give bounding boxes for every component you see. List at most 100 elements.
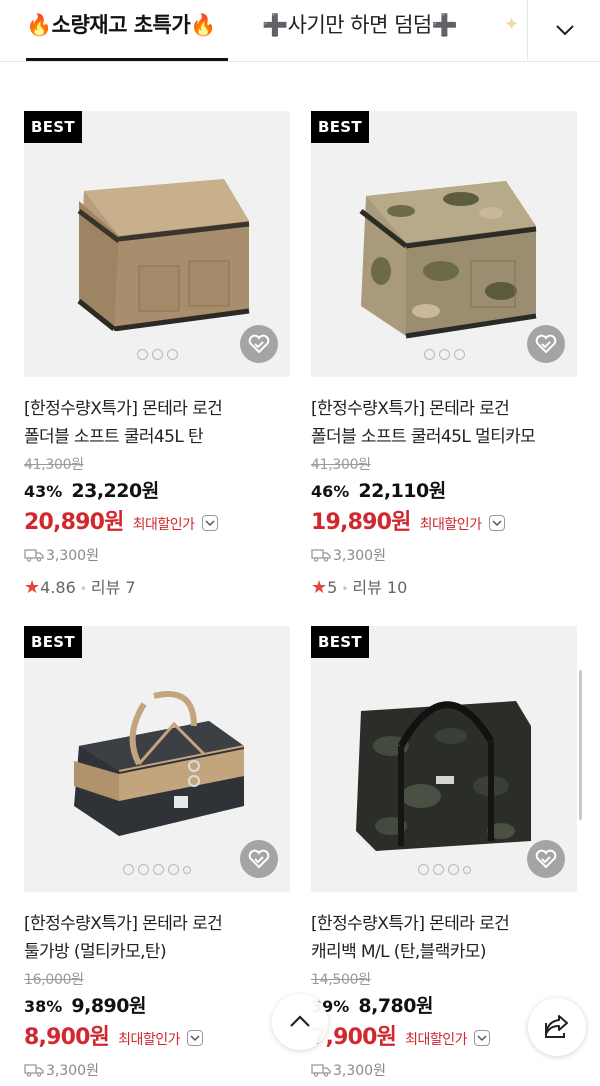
product-image[interactable]: BEST [24, 111, 290, 377]
tool-bag-image [74, 691, 245, 836]
discount-price: 22,110원 [358, 480, 446, 502]
final-price-row: 19,890원 최대할인가 [311, 508, 577, 538]
chevron-down-icon [492, 519, 502, 526]
wishlist-button[interactable] [240, 325, 278, 363]
scroll-to-top-button[interactable] [272, 994, 328, 1050]
discount-row: 38% 9,890원 [24, 993, 290, 1019]
product-card[interactable]: BEST [한정수량X특가] 몬테라 로건 폴더블 소프트 쿨러45L 탄 41… [24, 111, 290, 600]
discount-price: 23,220원 [71, 480, 159, 502]
truck-icon [311, 549, 331, 562]
final-price: 20,890원 [24, 510, 124, 535]
product-title-line1: [한정수량X특가] 몬테라 로건 [311, 914, 510, 934]
pagination-dot [183, 865, 191, 874]
rating-value: 5 [327, 578, 338, 597]
review-count[interactable]: 리뷰 10 [352, 578, 407, 597]
product-card[interactable]: BEST [한정수량X특가] 몬테라 로건 툴가방 (멀티카모,탄) 16,00… [24, 626, 290, 1083]
category-tab-bar: 🔥소량재고 초특가🔥 ➕사기만 하면 덤덤➕ ✦ [0, 0, 600, 62]
pagination-dot [136, 349, 148, 360]
product-title-line1: [한정수량X특가] 몬테라 로건 [24, 399, 223, 419]
original-price: 14,500원 [311, 972, 371, 988]
product-title[interactable]: [한정수량X특가] 몬테라 로건 툴가방 (멀티카모,탄) [24, 910, 290, 966]
rating-row: ★5 • 리뷰 10 [311, 576, 577, 600]
best-badge: BEST [24, 626, 82, 658]
share-button[interactable] [528, 998, 586, 1056]
product-title-line1: [한정수량X특가] 몬테라 로건 [311, 399, 510, 419]
separator-dot: • [79, 582, 87, 596]
shipping-fee: 3,300원 [24, 1059, 290, 1083]
wishlist-button[interactable] [527, 325, 565, 363]
heart-check-icon [535, 334, 557, 354]
product-card[interactable]: BEST [한정수량X특가] 몬테라 로건 폴더블 소프트 쿨러45L 멀티카모… [311, 111, 577, 600]
chevron-down-icon [190, 1034, 200, 1041]
pagination-dot [168, 864, 179, 875]
pagination-dot [447, 864, 459, 875]
final-price-row: 20,890원 최대할인가 [24, 508, 290, 538]
max-discount-toggle[interactable] [488, 514, 505, 531]
product-image[interactable]: BEST [311, 626, 577, 892]
max-discount-toggle[interactable] [187, 1029, 204, 1046]
product-title[interactable]: [한정수량X특가] 몬테라 로건 폴더블 소프트 쿨러45L 탄 [24, 395, 290, 451]
discount-rate: 46% [311, 482, 350, 501]
product-title[interactable]: [한정수량X특가] 몬테라 로건 폴더블 소프트 쿨러45L 멀티카모 [311, 395, 577, 451]
max-discount-label[interactable]: 최대할인가 [118, 1032, 180, 1048]
final-price: 8,900원 [24, 1025, 110, 1050]
final-price-row: 8,900원 최대할인가 [24, 1023, 290, 1053]
star-icon: ★ [24, 577, 41, 598]
wishlist-button[interactable] [527, 840, 565, 878]
discount-row: 46% 22,110원 [311, 478, 577, 504]
max-discount-toggle[interactable] [474, 1029, 491, 1046]
pagination-dot [462, 865, 471, 874]
shipping-fee: 3,300원 [311, 544, 577, 568]
max-discount-label[interactable]: 최대할인가 [420, 517, 482, 533]
expand-tabs-button[interactable] [527, 0, 600, 60]
max-discount-label[interactable]: 최대할인가 [405, 1032, 467, 1048]
heart-check-icon [248, 334, 270, 354]
sparkle-icon: ✦ [504, 14, 520, 35]
pagination-dot [438, 349, 450, 360]
rating-value: 4.86 [40, 578, 76, 597]
product-title-line2: 툴가방 (멀티카모,탄) [24, 942, 167, 962]
chevron-down-icon [477, 1034, 487, 1041]
discount-price: 8,780원 [358, 995, 433, 1017]
product-image[interactable]: BEST [311, 111, 577, 377]
chevron-up-icon [290, 1015, 310, 1027]
scrollbar[interactable] [579, 670, 582, 820]
best-badge: BEST [311, 111, 369, 143]
pagination-dot [123, 864, 134, 875]
active-tab-indicator [26, 58, 228, 61]
share-icon [545, 1015, 568, 1038]
product-image[interactable]: BEST [24, 626, 290, 892]
product-title-line1: [한정수량X특가] 몬테라 로건 [24, 914, 223, 934]
max-discount-toggle[interactable] [201, 514, 218, 531]
best-badge: BEST [311, 626, 369, 658]
tab-clearance-special[interactable]: 🔥소량재고 초특가🔥 [26, 10, 216, 40]
shipping-fee-value: 3,300원 [46, 1063, 99, 1079]
original-price: 41,300원 [24, 457, 84, 473]
shipping-fee-value: 3,300원 [333, 548, 386, 564]
pagination-dot [417, 864, 429, 875]
rating-row: ★4.86 • 리뷰 7 [24, 576, 290, 600]
black-camo-carry-bag-image [356, 701, 531, 851]
chevron-down-icon [205, 519, 215, 526]
pagination-dot [153, 864, 164, 875]
discount-price: 9,890원 [71, 995, 146, 1017]
review-count[interactable]: 리뷰 7 [91, 578, 136, 597]
pagination-dot [151, 349, 163, 360]
product-title[interactable]: [한정수량X특가] 몬테라 로건 캐리백 M/L (탄,블랙카모) [311, 910, 577, 966]
max-discount-label[interactable]: 최대할인가 [133, 517, 195, 533]
heart-check-icon [248, 849, 270, 869]
chevron-down-icon [556, 25, 574, 36]
pagination-dot [432, 864, 444, 875]
truck-icon [311, 1064, 331, 1077]
star-icon: ★ [311, 577, 328, 598]
tab-buy-get-bonus[interactable]: ➕사기만 하면 덤덤➕ [262, 10, 458, 40]
product-title-line2: 폴더블 소프트 쿨러45L 멀티카모 [311, 427, 536, 447]
shipping-fee-value: 3,300원 [46, 548, 99, 564]
pagination-dot [138, 864, 149, 875]
truck-icon [24, 549, 44, 562]
discount-rate: 43% [24, 482, 63, 501]
product-title-line2: 캐리백 M/L (탄,블랙카모) [311, 942, 486, 962]
pagination-dot [423, 349, 435, 360]
wishlist-button[interactable] [240, 840, 278, 878]
discount-rate: 38% [24, 997, 63, 1016]
